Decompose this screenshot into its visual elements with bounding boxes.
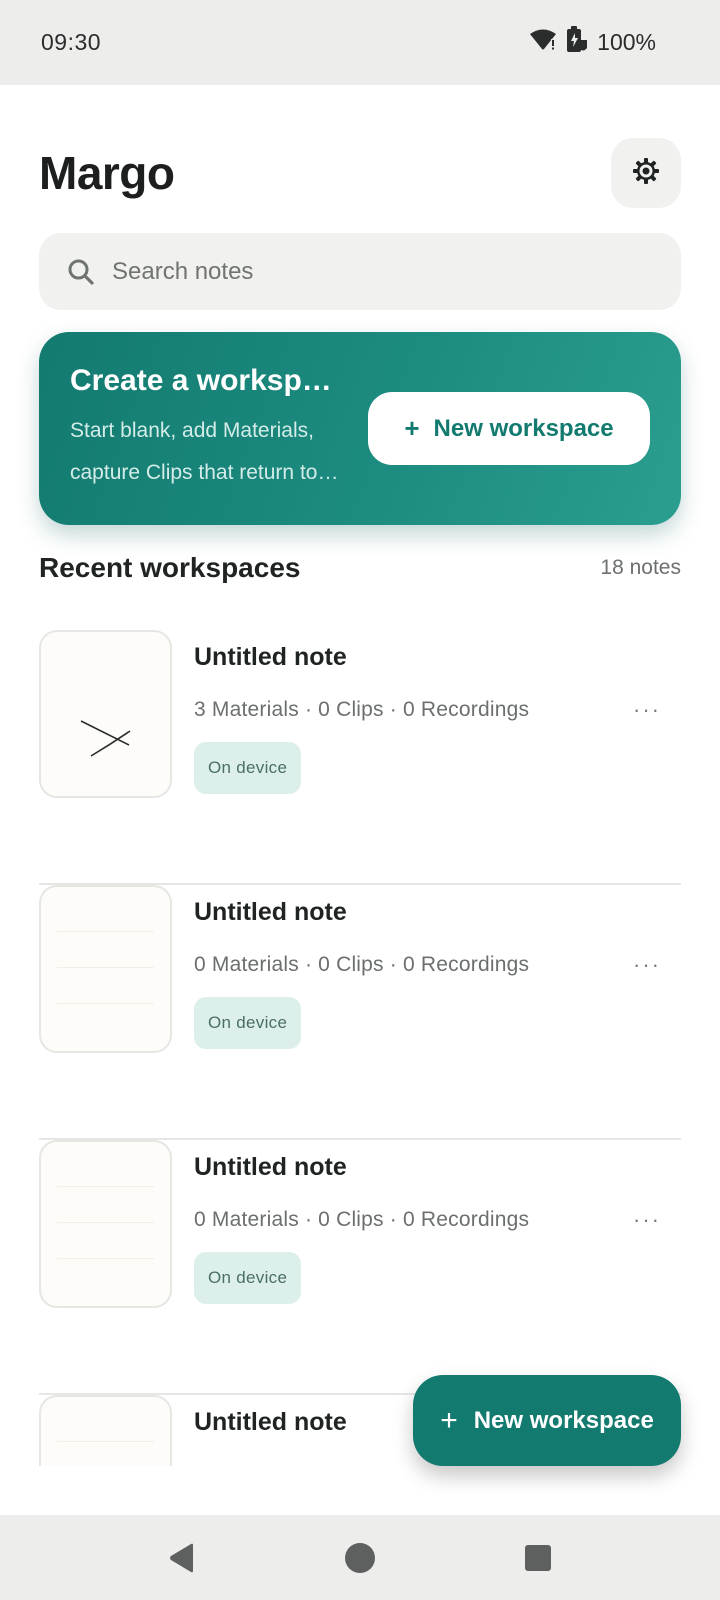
status-bar: 09:30 100% xyxy=(0,0,720,85)
search-input[interactable] xyxy=(112,257,632,286)
new-workspace-fab[interactable]: + New workspace xyxy=(413,1375,681,1466)
search-bar[interactable] xyxy=(39,233,681,310)
storage-badge: On device xyxy=(194,1252,302,1304)
list-item[interactable]: Untitled note 0 Materials · 0 Clips · 0 … xyxy=(39,1140,681,1395)
workspace-list[interactable]: Untitled note 3 Materials · 0 Clips · 0 … xyxy=(39,630,681,1466)
back-icon xyxy=(170,1543,193,1572)
storage-badge: On device xyxy=(194,742,302,794)
more-options-button[interactable]: ··· xyxy=(627,1200,667,1240)
search-icon xyxy=(66,257,96,287)
settings-button[interactable] xyxy=(611,138,681,208)
list-item[interactable]: Untitled note 3 Materials · 0 Clips · 0 … xyxy=(39,630,681,885)
recents-button[interactable] xyxy=(520,1540,556,1576)
notes-count: 18 notes xyxy=(600,556,681,579)
promo-description: Start blank, add Materials, capture Clip… xyxy=(70,419,318,484)
note-thumbnail xyxy=(39,1140,172,1308)
fab-label: New workspace xyxy=(473,1406,654,1434)
page-title: Margo xyxy=(39,147,175,199)
note-meta: 3 Materials · 0 Clips · 0 Recordings xyxy=(194,698,530,721)
section-title: Recent workspaces xyxy=(39,552,301,583)
plus-icon: + xyxy=(440,1403,458,1437)
home-icon xyxy=(345,1542,375,1573)
status-icons: 100% xyxy=(529,26,656,59)
note-title: Untitled note xyxy=(194,1153,347,1181)
gear-icon xyxy=(632,157,660,190)
new-workspace-label: New workspace xyxy=(433,414,614,442)
note-title: Untitled note xyxy=(194,898,347,926)
more-options-button[interactable]: ··· xyxy=(627,945,667,985)
note-title: Untitled note xyxy=(194,643,347,671)
create-workspace-card: Create a workspace Start blank, add Mate… xyxy=(39,332,681,525)
sketch-icon xyxy=(80,720,131,757)
wifi-icon xyxy=(529,28,557,57)
status-time: 09:30 xyxy=(41,29,102,55)
note-meta: 0 Materials · 0 Clips · 0 Recordings xyxy=(194,953,530,976)
new-workspace-button[interactable]: + New workspace xyxy=(368,392,650,465)
recent-workspaces-header: Recent workspaces 18 notes xyxy=(39,549,681,587)
app-header: Margo xyxy=(39,137,681,209)
storage-badge: On device xyxy=(194,997,302,1049)
home-button[interactable] xyxy=(342,1540,378,1576)
battery-percent: 100% xyxy=(597,29,656,55)
battery-icon xyxy=(565,26,589,59)
system-nav-bar xyxy=(0,1515,720,1600)
note-thumbnail xyxy=(39,1395,172,1466)
note-title: Untitled note xyxy=(194,1408,347,1436)
promo-title: Create a workspace xyxy=(70,364,345,397)
note-thumbnail xyxy=(39,630,172,798)
list-item[interactable]: Untitled note 0 Materials · 0 Clips · 0 … xyxy=(39,885,681,1140)
note-meta: 0 Materials · 0 Clips · 0 Recordings xyxy=(194,1208,530,1231)
recents-icon xyxy=(525,1544,551,1571)
back-button[interactable] xyxy=(164,1540,200,1576)
more-options-button[interactable]: ··· xyxy=(627,690,667,730)
note-thumbnail xyxy=(39,885,172,1053)
plus-icon: + xyxy=(404,413,420,443)
